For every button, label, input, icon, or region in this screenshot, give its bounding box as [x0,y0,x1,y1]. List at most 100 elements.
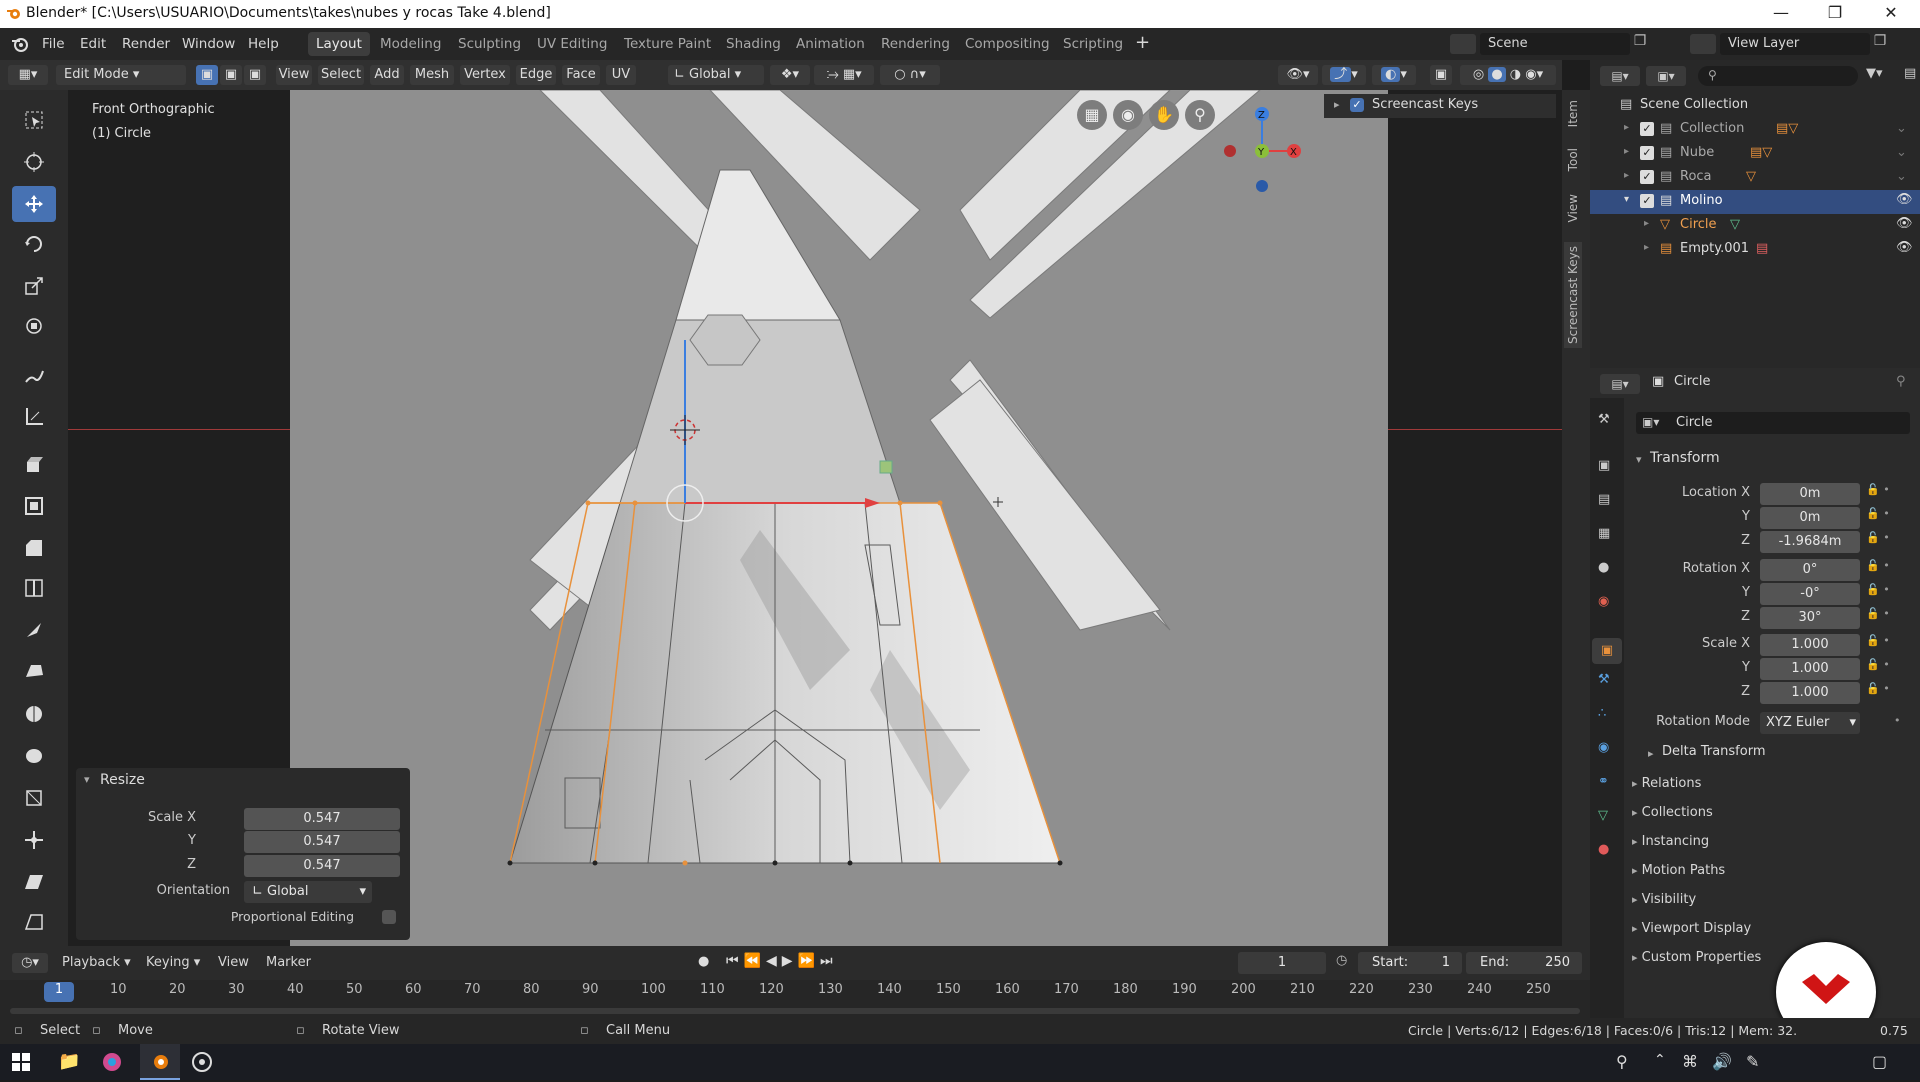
outliner-row-nube[interactable]: ▸ ✓ ▤ Nube ▤▽ ⌄ [1590,142,1920,166]
tab-uv-editing[interactable]: UV Editing [537,36,607,52]
snap-icon[interactable]: ⧴ ▦▾ [814,65,874,85]
section-custom-properties[interactable]: ▸ Custom Properties [1632,950,1761,965]
section-relations[interactable]: ▸ Relations [1632,776,1701,791]
tab-screencast-keys[interactable]: Screencast Keys [1564,242,1582,348]
tab-view[interactable]: View [1566,194,1580,222]
rotation-y-field[interactable]: -0° [1760,583,1860,605]
browser-icon[interactable] [102,1052,122,1076]
tab-item[interactable]: Item [1566,100,1580,127]
gizmo-toggle-icon[interactable]: ⤴ ▾ [1322,65,1366,85]
tab-animation[interactable]: Animation [796,36,865,52]
new-view-layer-icon[interactable]: ❐ [1870,33,1890,55]
start-frame-field[interactable]: Start: 1 [1358,952,1462,974]
timeline-menu-keying[interactable]: Keying ▾ [146,955,200,970]
outliner-row-circle[interactable]: ▸ ▽ Circle ▽ 👁 [1590,214,1920,238]
header-menu-mesh[interactable]: Mesh [410,65,454,85]
tab-tool[interactable]: Tool [1566,148,1580,171]
outliner-editor-type-icon[interactable]: ▤▾ [1600,66,1640,86]
viewport-right-dark[interactable] [1388,90,1562,946]
timeline-ruler[interactable]: 1 10 20 30 40 50 60 70 80 90 100 110 120 130 140 150 16… [0,980,1590,1018]
pivot-point-icon[interactable]: ❖▾ [770,65,810,85]
rotation-x-field[interactable]: 0° [1760,559,1860,581]
outliner-row-roca[interactable]: ▸ ✓ ▤ Roca ▽ ⌄ [1590,166,1920,190]
exclude-checkbox[interactable]: ✓ [1640,194,1654,208]
exclude-checkbox[interactable]: ✓ [1640,146,1654,160]
obs-icon[interactable] [192,1052,212,1076]
spin-icon[interactable] [12,696,56,732]
view-layer-selector-icon[interactable] [1690,34,1716,54]
section-collections[interactable]: ▸ Collections [1632,805,1713,820]
outliner-row-collection[interactable]: ▸ ✓ ▤ Collection ▤▽ ⌄ [1590,118,1920,142]
orientation-select[interactable]: ∟ Global ▾ [244,881,372,903]
viewport-canvas[interactable]: Front Orthographic (1) Circle ▦ ◉ ✋ ⚲ Z … [92,90,1388,946]
transform-orientation-select[interactable]: ∟ Global ▾ [668,65,764,85]
datablock-field[interactable]: ▣▾ Circle [1636,412,1910,434]
mode-select[interactable]: Edit Mode ▾ [56,65,186,85]
location-y-field[interactable]: 0m [1760,507,1860,529]
lock-icon[interactable]: 🔓 • [1866,483,1906,507]
tab-sculpting[interactable]: Sculpting [458,36,521,52]
delta-transform-header[interactable]: Delta Transform [1662,744,1765,759]
tab-shading[interactable]: Shading [726,36,781,52]
scene-selector-icon[interactable] [1450,34,1476,54]
tab-scripting[interactable]: Scripting [1063,36,1123,52]
lock-icon[interactable]: 🔓 • [1866,634,1906,658]
extrude-icon[interactable] [12,446,56,482]
lock-icon[interactable]: 🔓 • [1866,507,1906,531]
add-workspace-icon[interactable]: + [1135,32,1150,53]
scene-tab-icon[interactable]: ● [1598,560,1609,575]
section-motion-paths[interactable]: ▸ Motion Paths [1632,863,1725,878]
lock-icon[interactable]: 🔓 • [1866,559,1906,583]
transform-header[interactable]: Transform [1650,450,1720,466]
eye-icon[interactable]: 👁 [1896,240,1913,255]
properties-editor-type-icon[interactable]: ▤▾ [1600,374,1640,394]
record-icon[interactable]: ● [698,954,709,969]
move-tool-icon[interactable] [12,186,56,222]
header-menu-view[interactable]: View [276,65,312,85]
edge-slide-icon[interactable] [12,780,56,816]
render-tab-icon[interactable]: ▣ [1598,458,1610,473]
physics-tab-icon[interactable]: ◉ [1598,740,1609,755]
pin-icon[interactable]: ⚲ [1896,374,1906,389]
bevel-icon[interactable] [12,530,56,566]
header-menu-add[interactable]: Add [370,65,404,85]
header-menu-uv[interactable]: UV [606,65,636,85]
blender-menu-icon[interactable] [10,34,30,58]
vertex-select-icon[interactable]: ▣ [196,65,218,85]
editor-type-icon[interactable]: ▦▾ [8,65,48,85]
resize-scale-x-field[interactable]: 0.547 [244,808,400,830]
timeline-menu-playback[interactable]: Playback ▾ [62,955,131,970]
constraints-tab-icon[interactable]: ⚭ [1598,774,1609,789]
view-layer-tab-icon[interactable]: ▦ [1598,526,1610,541]
measure-icon[interactable] [12,398,56,434]
tab-layout[interactable]: Layout [308,32,370,56]
modifier-tab-icon[interactable]: ⚒ [1598,672,1610,687]
tray-chevron-up-icon[interactable]: ⌃ [1654,1052,1666,1068]
inset-icon[interactable] [12,488,56,524]
select-box-icon[interactable] [12,102,56,138]
tab-compositing[interactable]: Compositing [965,36,1050,52]
clock-icon[interactable]: ◷ [1336,953,1347,968]
overlay-toggle-icon[interactable]: ◐ ▾ [1372,65,1416,85]
chevron-down-icon[interactable]: ⌄ [1896,121,1907,136]
windows-start-icon[interactable] [12,1053,30,1075]
data-tab-icon[interactable]: ▽ [1598,808,1608,823]
visibility-icon[interactable]: 👁▾ [1278,65,1318,85]
header-menu-vertex[interactable]: Vertex [460,65,510,85]
header-menu-face[interactable]: Face [562,65,600,85]
filter-icon[interactable]: ▼▾ [1866,66,1900,86]
poly-build-icon[interactable] [12,654,56,690]
xray-icon[interactable]: ▣ [1430,65,1452,85]
header-menu-edge[interactable]: Edge [516,65,556,85]
new-scene-icon[interactable]: ❐ [1630,33,1650,55]
section-instancing[interactable]: ▸ Instancing [1632,834,1709,849]
tab-rendering[interactable]: Rendering [881,36,950,52]
menu-file[interactable]: File [42,36,65,52]
header-menu-select[interactable]: Select [318,65,364,85]
close-icon[interactable]: ✕ [1868,0,1914,28]
people-icon[interactable]: ⚲ [1616,1052,1628,1071]
menu-render[interactable]: Render [122,36,170,52]
rotate-tool-icon[interactable] [12,226,56,262]
material-tab-icon[interactable]: ● [1598,842,1609,857]
display-mode-icon[interactable]: ▣▾ [1646,66,1686,86]
